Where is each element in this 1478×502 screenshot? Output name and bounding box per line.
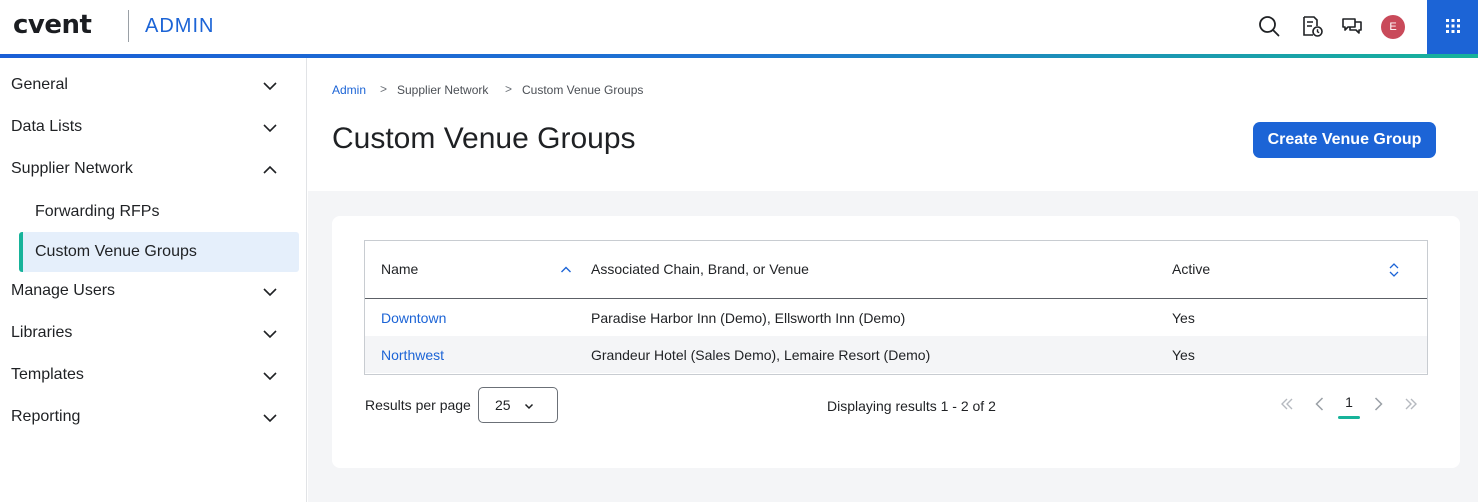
main-content: Admin > Supplier Network > Custom Venue …: [308, 58, 1478, 502]
sidebar-subitem-label: Custom Venue Groups: [35, 243, 197, 260]
chevron-up-icon: [263, 165, 277, 174]
row-name-link[interactable]: Downtown: [381, 310, 446, 326]
sort-ascending-icon[interactable]: [560, 264, 572, 276]
sidebar-item-label: Templates: [11, 366, 84, 383]
page-header: Admin > Supplier Network > Custom Venue …: [308, 58, 1478, 191]
breadcrumb-separator-icon: >: [380, 82, 388, 96]
sidebar-item-libraries[interactable]: Libraries: [0, 312, 307, 354]
chevron-down-icon: [263, 372, 277, 381]
table-row: Downtown Paradise Harbor Inn (Demo), Ell…: [365, 299, 1427, 336]
chevron-down-icon: [263, 82, 277, 91]
results-per-page-select[interactable]: 25: [478, 387, 558, 423]
sidebar-subitem-label: Forwarding RFPs: [35, 203, 160, 220]
chevron-down-icon: [263, 414, 277, 423]
user-avatar[interactable]: E: [1381, 15, 1405, 39]
row-associated: Paradise Harbor Inn (Demo), Ellsworth In…: [591, 310, 906, 326]
row-active: Yes: [1172, 347, 1195, 363]
report-clock-icon[interactable]: [1300, 14, 1324, 38]
last-page-icon[interactable]: [1401, 394, 1421, 414]
create-venue-group-button[interactable]: Create Venue Group: [1253, 122, 1436, 158]
sidebar-item-data-lists[interactable]: Data Lists: [0, 106, 307, 148]
sidebar-item-templates[interactable]: Templates: [0, 354, 307, 396]
app-name: ADMIN: [145, 15, 215, 37]
page-title: Custom Venue Groups: [332, 122, 636, 155]
chevron-down-icon: [263, 330, 277, 339]
row-active: Yes: [1172, 310, 1195, 326]
chevron-down-icon: [524, 403, 534, 410]
results-per-page-label: Results per page: [365, 397, 471, 413]
results-per-page-value: 25: [495, 397, 511, 413]
chevron-down-icon: [263, 288, 277, 297]
sidebar-item-label: Data Lists: [11, 118, 83, 135]
breadcrumb-admin[interactable]: Admin: [332, 83, 366, 97]
apps-grid-icon: [1446, 19, 1460, 33]
table-row: Northwest Grandeur Hotel (Sales Demo), L…: [365, 336, 1427, 373]
sidebar-item-supplier-network[interactable]: Supplier Network: [0, 148, 307, 190]
previous-page-icon[interactable]: [1310, 394, 1330, 414]
apps-grid-button[interactable]: [1427, 0, 1478, 54]
table-header: Name Associated Chain, Brand, or Venue A…: [365, 241, 1427, 299]
sidebar-item-general[interactable]: General: [0, 64, 307, 106]
current-page-indicator: [1338, 416, 1360, 419]
top-header: cvent ADMIN E: [0, 0, 1478, 54]
sidebar-item-label: Manage Users: [11, 282, 116, 299]
sidebar-subitem-custom-venue-groups[interactable]: Custom Venue Groups: [19, 232, 299, 272]
breadcrumb-separator-icon: >: [505, 82, 513, 96]
results-count-text: Displaying results 1 - 2 of 2: [827, 398, 996, 414]
row-associated: Grandeur Hotel (Sales Demo), Lemaire Res…: [591, 347, 931, 363]
chevron-down-icon: [263, 124, 277, 133]
cvent-logo[interactable]: cvent: [13, 10, 92, 40]
sidebar-subitem-forwarding-rfps[interactable]: Forwarding RFPs: [19, 192, 299, 232]
sidebar-item-label: General: [11, 76, 68, 93]
breadcrumb-supplier-network: Supplier Network: [397, 83, 489, 97]
column-header-active[interactable]: Active: [1172, 261, 1210, 277]
next-page-icon[interactable]: [1368, 394, 1388, 414]
row-name-link[interactable]: Northwest: [381, 347, 444, 363]
breadcrumb-current: Custom Venue Groups: [522, 83, 644, 97]
sidebar-item-label: Supplier Network: [11, 160, 133, 177]
logo-divider: [128, 10, 129, 42]
chat-icon[interactable]: [1340, 14, 1364, 38]
search-icon[interactable]: [1257, 14, 1281, 38]
venue-groups-table: Name Associated Chain, Brand, or Venue A…: [364, 240, 1428, 375]
sidebar: General Data Lists Supplier Network Forw…: [0, 58, 307, 502]
column-header-associated[interactable]: Associated Chain, Brand, or Venue: [591, 261, 809, 277]
table-card: Name Associated Chain, Brand, or Venue A…: [332, 216, 1460, 468]
sidebar-item-label: Reporting: [11, 408, 81, 425]
current-page-number[interactable]: 1: [1338, 394, 1360, 410]
sidebar-item-label: Libraries: [11, 324, 73, 341]
sidebar-item-manage-users[interactable]: Manage Users: [0, 270, 307, 312]
first-page-icon[interactable]: [1277, 394, 1297, 414]
sidebar-item-reporting[interactable]: Reporting: [0, 396, 307, 438]
sort-toggle-icon[interactable]: [1388, 263, 1400, 277]
column-header-name[interactable]: Name: [381, 261, 418, 277]
